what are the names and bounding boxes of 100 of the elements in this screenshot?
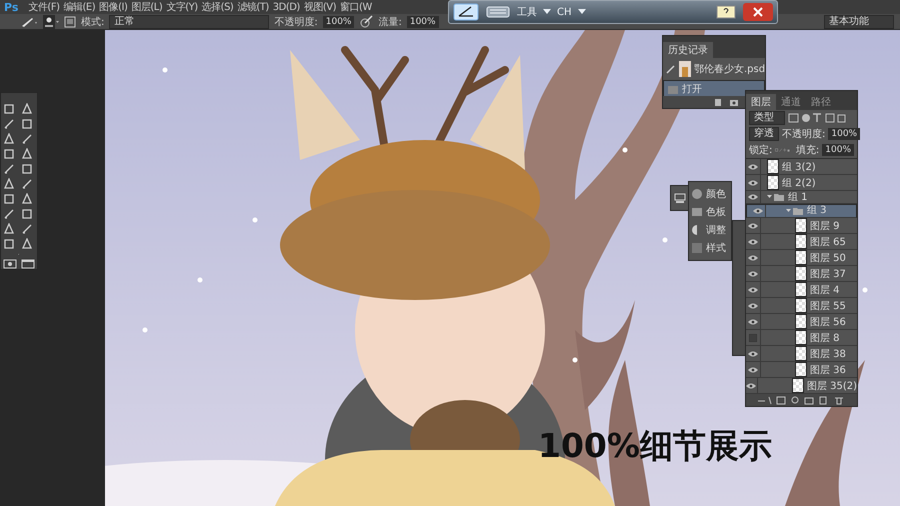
layer-row[interactable]: 组 3(2)	[746, 159, 857, 175]
layer-row[interactable]: 组 3	[746, 204, 857, 218]
menu-item[interactable]: 窗口(W	[340, 0, 372, 14]
eye-icon[interactable]	[748, 238, 758, 244]
workspace-select[interactable]: 基本功能	[824, 14, 894, 28]
tool-icon[interactable]	[3, 163, 15, 175]
brush-panel-icon[interactable]	[64, 16, 76, 28]
tool-icon[interactable]	[21, 103, 33, 115]
eye-icon[interactable]	[748, 194, 758, 200]
menu-item[interactable]: 滤镜(T)	[237, 0, 269, 14]
menu-item[interactable]: 选择(S)	[202, 0, 234, 14]
layer-row[interactable]: 图层 37	[746, 266, 857, 282]
tool-icon[interactable]	[3, 238, 15, 250]
panel-tab[interactable]: 历史记录	[663, 42, 713, 58]
pressure-icon[interactable]	[359, 14, 374, 28]
eye-icon[interactable]	[748, 254, 758, 260]
language-menu[interactable]: CH	[557, 6, 572, 18]
snapshot-name[interactable]: 鄂伦春少女.psd	[694, 62, 766, 76]
screen-mode-icon[interactable]	[21, 259, 35, 269]
tool-icon[interactable]	[21, 163, 33, 175]
filter-select[interactable]: 类型	[749, 111, 785, 125]
folder-icon[interactable]	[786, 207, 804, 215]
menu-item[interactable]: 图像(I)	[99, 0, 128, 14]
filter-icons[interactable]	[788, 113, 846, 123]
close-button[interactable]	[743, 3, 773, 21]
menu-item[interactable]: 文字(Y)	[166, 0, 198, 14]
layer-name[interactable]: 图层 36	[810, 362, 846, 376]
flow-field[interactable]: 100%	[406, 16, 439, 28]
brush-preset-icon[interactable]	[43, 14, 59, 28]
panel-tab[interactable]: 图层	[746, 94, 776, 110]
mode-select[interactable]: 正常	[109, 14, 270, 28]
menu-item[interactable]: 图层(L)	[131, 0, 162, 14]
eye-icon[interactable]	[748, 270, 758, 276]
panel-item[interactable]: 样式	[689, 239, 731, 257]
layer-row[interactable]: 图层 4	[746, 282, 857, 298]
tool-icon[interactable]	[3, 178, 15, 190]
layer-name[interactable]: 图层 37	[810, 266, 846, 280]
tools-menu[interactable]: 工具	[517, 5, 537, 19]
eye-icon[interactable]	[748, 302, 758, 308]
eye-icon[interactable]	[748, 164, 758, 170]
menu-item[interactable]: 3D(D)	[272, 2, 300, 12]
tool-icon[interactable]	[21, 223, 33, 235]
layer-row[interactable]: 图层 38	[746, 346, 857, 362]
folder-icon[interactable]	[767, 193, 785, 201]
hidden-toggle-icon[interactable]	[749, 334, 757, 342]
panel-item[interactable]: 调整	[689, 221, 731, 239]
eye-icon[interactable]	[748, 318, 758, 324]
layer-row[interactable]: 图层 50	[746, 250, 857, 266]
panel-item[interactable]: 颜色	[689, 185, 731, 203]
layer-row[interactable]: 图层 9	[746, 218, 857, 234]
tool-icon[interactable]	[3, 223, 15, 235]
fill-field[interactable]: 100%	[822, 144, 854, 156]
tool-icon[interactable]	[3, 103, 15, 115]
menu-item[interactable]: 视图(V)	[304, 0, 336, 14]
opacity-field[interactable]: 100%	[322, 16, 354, 28]
layer-row[interactable]: 图层 8	[746, 330, 857, 346]
layer-name[interactable]: 图层 56	[810, 314, 846, 328]
brush-icon[interactable]	[20, 16, 38, 28]
layer-row[interactable]: 图层 65	[746, 234, 857, 250]
tool-icon[interactable]	[3, 208, 15, 220]
eye-icon[interactable]	[746, 382, 756, 388]
help-icon[interactable]	[715, 3, 737, 21]
layer-row[interactable]: 组 2(2)	[746, 175, 857, 191]
quick-mask-icon[interactable]	[3, 259, 17, 269]
layer-row[interactable]: 图层 55	[746, 298, 857, 314]
tool-icon[interactable]	[21, 238, 33, 250]
menu-item[interactable]: 文件(F)	[28, 0, 60, 14]
layer-name[interactable]: 组 3(2)	[782, 160, 816, 174]
layer-row[interactable]: 图层 36	[746, 362, 857, 378]
eye-icon[interactable]	[748, 222, 758, 228]
tool-icon[interactable]	[21, 193, 33, 205]
tool-icon[interactable]	[21, 118, 33, 130]
layer-name[interactable]: 组 2(2)	[782, 176, 816, 190]
eye-icon[interactable]	[748, 180, 758, 186]
layer-name[interactable]: 图层 50	[810, 250, 846, 264]
tool-icon[interactable]	[3, 193, 15, 205]
layer-name[interactable]: 图层 65	[810, 234, 846, 248]
layer-name[interactable]: 图层 35(2)	[806, 378, 857, 392]
eye-icon[interactable]	[748, 286, 758, 292]
layer-name[interactable]: 组 1	[788, 190, 808, 204]
eye-icon[interactable]	[748, 366, 758, 372]
opacity-field[interactable]: 100%	[828, 128, 860, 140]
layer-name[interactable]: 图层 8	[810, 330, 840, 344]
layer-name[interactable]: 图层 4	[810, 282, 840, 296]
new-document-icon[interactable]	[713, 97, 723, 107]
layer-name[interactable]: 组 3	[807, 205, 827, 217]
layer-name[interactable]: 图层 38	[810, 346, 846, 360]
tool-icon[interactable]	[21, 133, 33, 145]
layer-name[interactable]: 图层 55	[810, 298, 846, 312]
character-panel-icon[interactable]	[674, 192, 686, 204]
camera-icon[interactable]	[729, 97, 739, 107]
layer-row[interactable]: 图层 56	[746, 314, 857, 330]
tool-icon[interactable]	[21, 148, 33, 160]
tool-icon[interactable]	[21, 178, 33, 190]
panel-item[interactable]: 色板	[689, 203, 731, 221]
layer-name[interactable]: 图层 9	[810, 218, 840, 232]
menu-item[interactable]: 编辑(E)	[63, 0, 96, 14]
tool-icon[interactable]	[3, 148, 15, 160]
blend-mode-select[interactable]: 穿透	[749, 127, 779, 141]
eye-icon[interactable]	[753, 208, 763, 214]
